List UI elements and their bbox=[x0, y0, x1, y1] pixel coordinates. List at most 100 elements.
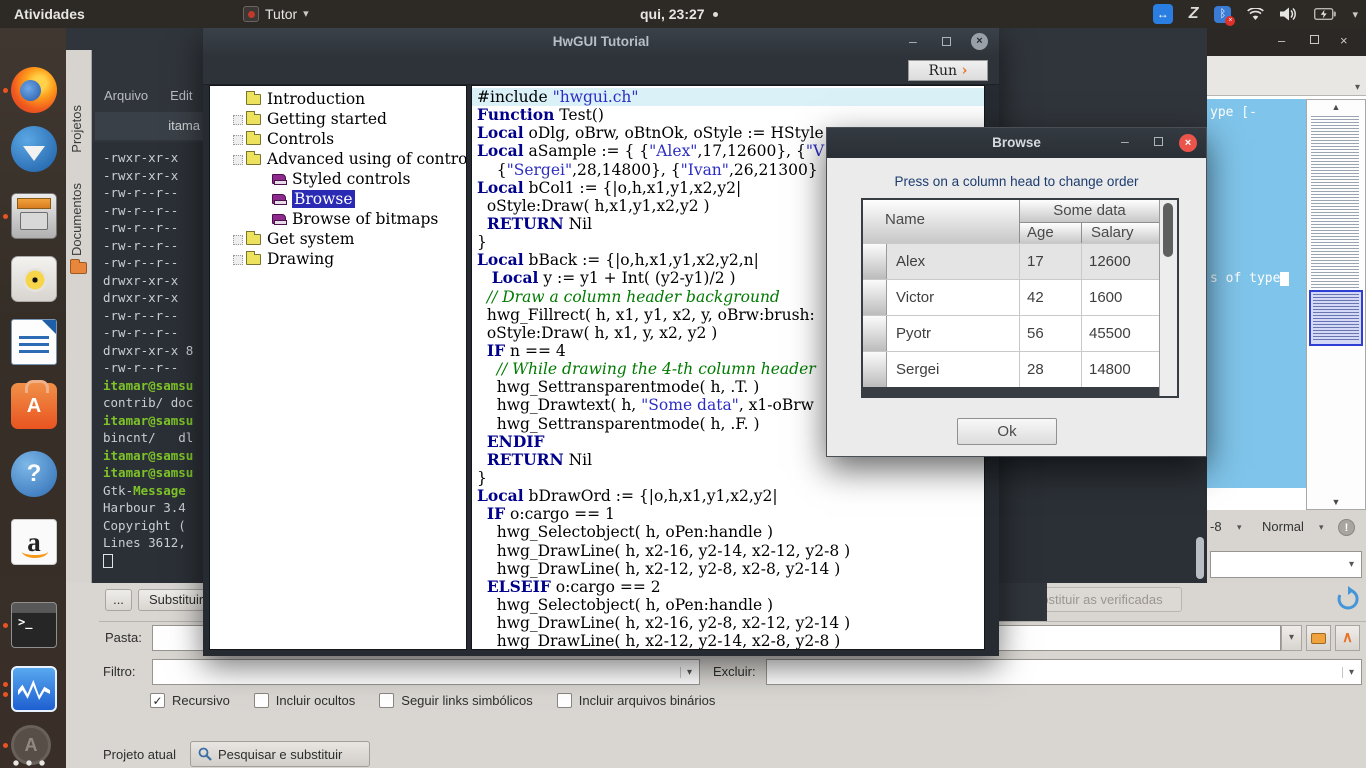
side-tab-projetos[interactable]: Projetos bbox=[69, 105, 84, 153]
activities-button[interactable]: Atividades bbox=[14, 0, 85, 28]
search-replace-tab-button[interactable]: Pesquisar e substituir bbox=[190, 741, 370, 767]
tree-item-browse[interactable]: Browse bbox=[210, 189, 466, 209]
wifi-icon[interactable] bbox=[1247, 8, 1264, 21]
checkbox-incluir-ocultos[interactable]: Incluir ocultos bbox=[254, 693, 355, 708]
dock-item-app-grid[interactable] bbox=[11, 758, 47, 768]
dock-item-firefox[interactable] bbox=[11, 67, 57, 113]
editor-selection: ype [- s of type bbox=[1207, 99, 1306, 488]
app-menu[interactable]: Tutor ▾ bbox=[243, 0, 309, 28]
tree-item-get-system[interactable]: Get system bbox=[210, 229, 466, 249]
dock-item-thunderbird[interactable] bbox=[11, 126, 57, 172]
tree-item-styled-controls[interactable]: Styled controls bbox=[210, 169, 466, 189]
close-button[interactable]: × bbox=[971, 33, 988, 50]
scroll-up-icon[interactable]: ▲ bbox=[1307, 102, 1365, 112]
maximize-button[interactable] bbox=[942, 37, 951, 46]
window-titlebar[interactable]: HwGUI Tutorial bbox=[203, 28, 999, 55]
teamviewer-icon[interactable]: ↔ bbox=[1153, 4, 1173, 24]
system-tray[interactable]: ↔ Z ᛒ× ▾ bbox=[1153, 0, 1358, 28]
table-row[interactable]: Alex1712600 bbox=[863, 243, 1159, 279]
dock-item-rhythmbox[interactable] bbox=[11, 256, 57, 302]
dialog-maximize-button[interactable] bbox=[1154, 137, 1163, 146]
cell-age: 17 bbox=[1019, 244, 1081, 279]
filtro-input[interactable]: ▾ bbox=[152, 659, 700, 685]
tree-item-label: Browse of bitmaps bbox=[292, 210, 438, 228]
options-row: ✓Recursivo Incluir ocultos Seguir links si… bbox=[150, 693, 715, 708]
menu-arquivo[interactable]: Arquivo bbox=[104, 88, 148, 103]
running-indicator-dot bbox=[3, 88, 8, 93]
dock-item-ubuntu-software[interactable]: A bbox=[11, 383, 57, 429]
more-options-button[interactable]: ... bbox=[105, 589, 132, 611]
terminal-scrollbar[interactable] bbox=[1196, 537, 1204, 579]
browse-table[interactable]: Name Some data Age Salary Alex1712600Vic… bbox=[861, 198, 1179, 398]
dock[interactable]: A?a>_A bbox=[0, 28, 66, 768]
mode-label[interactable]: Normal bbox=[1262, 519, 1304, 534]
table-scrollbar[interactable] bbox=[1159, 200, 1177, 396]
dialog-titlebar[interactable]: Browse bbox=[827, 128, 1206, 158]
checkbox-recursivo[interactable]: ✓Recursivo bbox=[150, 693, 230, 708]
scrollbar-thumb[interactable] bbox=[1163, 203, 1173, 257]
dock-item-file-cabinet[interactable] bbox=[11, 193, 57, 239]
minimize-button[interactable]: – bbox=[909, 32, 917, 50]
folder-icon[interactable] bbox=[70, 262, 87, 274]
dialog-minimize-button[interactable]: – bbox=[1121, 132, 1129, 150]
chevron-down-icon: ▾ bbox=[1342, 667, 1354, 678]
scroll-down-icon[interactable]: ▼ bbox=[1307, 497, 1365, 507]
cell-age: 28 bbox=[1019, 352, 1081, 387]
dock-item-terminal[interactable]: >_ bbox=[11, 602, 57, 648]
column-header-salary[interactable]: Salary bbox=[1081, 222, 1159, 243]
tree-item-controls[interactable]: Controls bbox=[210, 129, 466, 149]
checkbox-seguir-links-simb-licos[interactable]: Seguir links simbólicos bbox=[379, 693, 533, 708]
menu-edit[interactable]: Edit bbox=[170, 88, 192, 103]
clock[interactable]: qui, 23:27 bbox=[640, 0, 718, 28]
bluetooth-disabled-icon[interactable]: ᛒ× bbox=[1214, 6, 1231, 23]
tree-item-introduction[interactable]: Introduction bbox=[210, 89, 466, 109]
combo-box[interactable]: ▾ bbox=[1210, 551, 1362, 578]
info-icon[interactable]: ! bbox=[1338, 519, 1355, 536]
ide-maximize-button[interactable] bbox=[1310, 35, 1319, 44]
collapse-panel-button[interactable]: ∧ bbox=[1335, 625, 1360, 651]
side-tab-documentos[interactable]: Documentos bbox=[69, 183, 84, 256]
ok-button[interactable]: Ok bbox=[957, 418, 1057, 445]
table-row[interactable]: Pyotr5645500 bbox=[863, 315, 1159, 351]
tree-item-advanced-using-of-controls[interactable]: Advanced using of controls bbox=[210, 149, 466, 169]
dock-item-wave-monitor[interactable] bbox=[11, 666, 57, 712]
column-header-name[interactable]: Name bbox=[863, 200, 1019, 243]
table-row[interactable]: Sergei2814800 bbox=[863, 351, 1159, 387]
terminal-tab[interactable]: itama bbox=[95, 112, 203, 140]
row-selector[interactable] bbox=[863, 280, 887, 315]
editor-area[interactable]: ype [- s of type ▲ ▼ bbox=[1207, 96, 1366, 510]
minimap-selection[interactable] bbox=[1309, 290, 1363, 346]
table-row[interactable]: Victor421600 bbox=[863, 279, 1159, 315]
run-button[interactable]: Run › bbox=[908, 60, 988, 81]
tree-item-getting-started[interactable]: Getting started bbox=[210, 109, 466, 129]
dock-item-libreoffice-writer[interactable] bbox=[11, 319, 57, 365]
dock-item-amazon[interactable]: a bbox=[11, 519, 57, 565]
tree-item-browse-of-bitmaps[interactable]: Browse of bitmaps bbox=[210, 209, 466, 229]
tree-item-drawing[interactable]: Drawing bbox=[210, 249, 466, 269]
row-selector[interactable] bbox=[863, 316, 887, 351]
battery-icon[interactable] bbox=[1314, 8, 1336, 20]
column-header-age[interactable]: Age bbox=[1019, 222, 1081, 243]
dialog-close-button[interactable]: × bbox=[1179, 134, 1197, 152]
dock-item-help[interactable]: ? bbox=[11, 451, 57, 497]
tutorial-tree-pane[interactable]: IntroductionGetting startedControlsAdvan… bbox=[209, 85, 467, 650]
ide-minimize-button[interactable]: – bbox=[1278, 32, 1285, 50]
row-selector[interactable] bbox=[863, 352, 887, 387]
text-cursor bbox=[1280, 272, 1289, 286]
pasta-dropdown-button[interactable]: ▾ bbox=[1281, 625, 1302, 651]
ide-close-button[interactable]: × bbox=[1340, 32, 1348, 50]
choose-folder-button[interactable] bbox=[1306, 625, 1331, 651]
volume-icon[interactable] bbox=[1280, 7, 1298, 21]
row-selector[interactable] bbox=[863, 244, 887, 279]
encoding-label[interactable]: -8 bbox=[1210, 519, 1222, 534]
refresh-icon[interactable] bbox=[1335, 586, 1361, 612]
column-header-group[interactable]: Some data bbox=[1019, 200, 1159, 222]
editor-minimap[interactable]: ▲ ▼ bbox=[1306, 99, 1366, 510]
checkbox-incluir-arquivos-bin-rios[interactable]: Incluir arquivos binários bbox=[557, 693, 716, 708]
excluir-input[interactable]: ▾ bbox=[766, 659, 1362, 685]
running-indicator-dot bbox=[3, 682, 8, 687]
running-indicator-dot bbox=[3, 692, 8, 697]
checkbox-box-icon bbox=[379, 693, 394, 708]
chevron-down-icon[interactable]: ▾ bbox=[1355, 82, 1360, 93]
zigzag-icon[interactable]: Z bbox=[1189, 5, 1199, 23]
